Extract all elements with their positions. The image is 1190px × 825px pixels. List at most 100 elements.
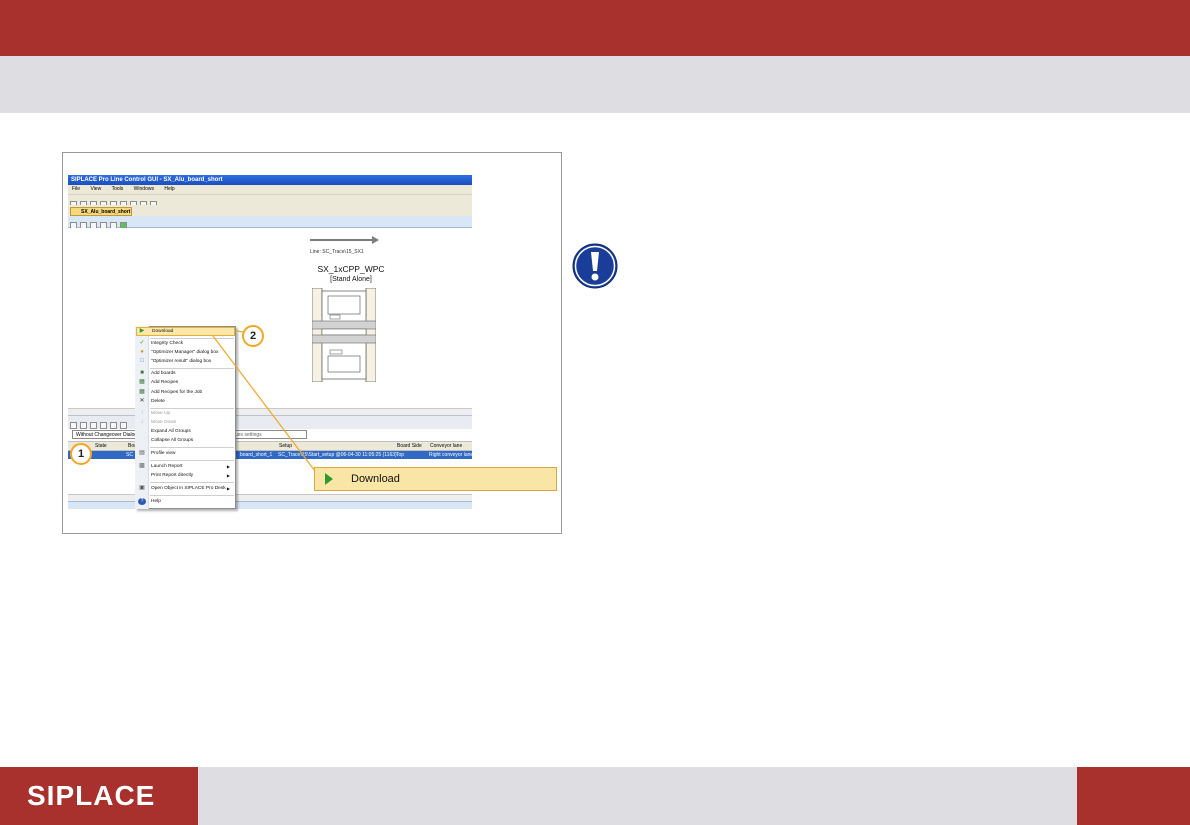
submenu-arrow-icon: ▶ — [226, 486, 230, 491]
lower-toolbar — [68, 415, 472, 429]
step-2-label: 2 — [249, 330, 257, 342]
menu-item-label: Move Up — [151, 411, 171, 416]
submenu-arrow-icon: ▶ — [226, 464, 230, 469]
col-state[interactable]: State — [95, 442, 107, 451]
siplace-logo: SIPLACE — [0, 767, 198, 825]
menu-item-label: "Optimizer Manager" dialog box — [151, 350, 219, 355]
grid-scrollbar[interactable] — [68, 494, 472, 501]
delete-icon: ✕ — [139, 398, 145, 404]
optimizer-icon: ● — [140, 349, 144, 355]
menu-item-download[interactable]: Download — [136, 327, 235, 336]
footer-accent — [1077, 767, 1190, 825]
col-setup[interactable]: Setup — [279, 442, 292, 451]
menu-separator — [150, 447, 234, 448]
menu-item-profile-view[interactable]: Profile view — [151, 450, 233, 458]
menu-file[interactable]: File — [72, 186, 80, 192]
menu-separator — [150, 460, 234, 461]
green-play-icon: ▶ — [139, 328, 145, 334]
machine-title: SX_1xCPP_WPC — [317, 264, 385, 274]
report-icon: ▩ — [139, 463, 145, 469]
row-board: board_short_1 — [240, 452, 273, 458]
menu-item-label: Expand All Groups — [151, 429, 191, 434]
col-board-side[interactable]: Board Side — [397, 442, 422, 451]
menu-item-label: Help — [151, 499, 161, 504]
flow-arrow-head — [372, 236, 379, 244]
step-1-label: 1 — [77, 448, 85, 460]
recipe-icon: ▦ — [139, 379, 145, 385]
menu-item-move-down[interactable]: Move Down — [151, 419, 233, 427]
submenu-arrow-icon: ▶ — [226, 473, 230, 478]
menu-item-collapse-all[interactable]: Collapse All Groups — [151, 437, 233, 445]
row-setup: SC_Trace\15\Start_setup @06-04-30 11:05:… — [278, 452, 397, 458]
menu-item-label: Add Recipes for the Job — [151, 390, 203, 395]
menu-item-label: Add Recipes — [151, 380, 179, 385]
toolbar-button[interactable] — [110, 422, 117, 429]
window-titlebar: SIPLACE Pro Line Control GUI - SX_Alu_bo… — [68, 175, 472, 185]
open-icon: ▣ — [139, 485, 145, 491]
view-toolbar — [68, 216, 472, 229]
menu-item-add-recipes-job[interactable]: Add Recipes for the Job — [151, 389, 233, 397]
result-icon: □ — [140, 358, 144, 364]
menu-item-label: Add boards — [151, 371, 176, 376]
menu-item-move-up[interactable]: Move Up — [151, 410, 233, 418]
changeover-mode-dropdown[interactable]: Without Changeover Dialog — [72, 430, 137, 439]
toolbar-button[interactable] — [90, 422, 97, 429]
line-label: Line: SC_Trace\15_SX1 — [310, 249, 364, 255]
toolbar-button[interactable] — [100, 422, 107, 429]
main-toolbar — [68, 194, 472, 208]
subheader-bar — [0, 56, 1190, 113]
menu-item-add-boards[interactable]: Add boards — [151, 370, 233, 378]
status-strip — [68, 501, 472, 509]
screenshot-panel: SIPLACE Pro Line Control GUI - SX_Alu_bo… — [62, 152, 562, 534]
menu-bar: File View Tools Windows Help — [68, 185, 472, 194]
col-conveyor-lane[interactable]: Conveyor lane — [430, 442, 462, 451]
menu-item-open-object[interactable]: Open Object in SIPLACE Pro Desk ▶ — [151, 485, 233, 493]
menu-view[interactable]: View — [90, 186, 101, 192]
menu-item-help[interactable]: Help — [151, 498, 233, 506]
board-icon: ■ — [140, 370, 144, 376]
table-row[interactable]: SC board_short_1 SC_Trace\15\Start_setup… — [68, 451, 474, 459]
changeover-mode-value: Without Changeover Dialog — [76, 432, 138, 438]
menu-item-optimizer-result[interactable]: "Optimizer result" dialog box — [151, 358, 233, 366]
move-down-icon: ↓ — [140, 419, 144, 425]
window-title: SIPLACE Pro Line Control GUI - SX_Alu_bo… — [71, 177, 223, 183]
header-bar — [0, 0, 1190, 56]
menu-item-label: Launch Report — [151, 464, 183, 469]
menu-separator — [150, 408, 234, 409]
menu-item-label: Download — [152, 329, 174, 334]
menu-separator — [150, 368, 234, 369]
exclamation-icon — [572, 243, 618, 289]
step-1-marker: 1 — [70, 443, 92, 465]
machine-subtitle: [Stand Alone] — [330, 276, 372, 283]
menu-item-delete[interactable]: Delete — [151, 398, 233, 406]
settings-dropdown-value: ues settings — [235, 432, 262, 438]
menu-item-integrity-check[interactable]: Integrity Check — [151, 340, 233, 348]
menu-item-print-report[interactable]: Print Report directly ▶ — [151, 472, 233, 480]
tab-label: SX_Alu_board_short — [81, 209, 131, 215]
recipe-job-icon: ▦ — [139, 389, 145, 395]
move-up-icon: ↑ — [140, 410, 144, 416]
menu-item-label: Collapse All Groups — [151, 438, 194, 443]
settings-dropdown[interactable]: ues settings — [231, 430, 307, 439]
menu-item-expand-all[interactable]: Expand All Groups — [151, 428, 233, 436]
menu-item-label: "Optimizer result" dialog box — [151, 359, 212, 364]
menu-help[interactable]: Help — [164, 186, 174, 192]
menu-item-add-recipes[interactable]: Add Recipes — [151, 379, 233, 387]
menu-tools[interactable]: Tools — [112, 186, 124, 192]
canvas-scrollbar[interactable] — [68, 408, 472, 415]
menu-separator — [150, 482, 234, 483]
menu-item-launch-report[interactable]: Launch Report ▶ — [151, 463, 233, 471]
row-conveyor-lane: Right conveyor lane — [429, 452, 474, 458]
toolbar-button[interactable] — [70, 422, 77, 429]
menu-item-label: Integrity Check — [151, 341, 183, 346]
machine-diagram[interactable] — [312, 288, 376, 382]
tab-sx-alu-board-short[interactable]: SX_Alu_board_short — [70, 207, 132, 216]
help-icon: ? — [138, 498, 146, 505]
menu-windows[interactable]: Windows — [134, 186, 154, 192]
toolbar-button[interactable] — [120, 422, 127, 429]
menu-item-label: Delete — [151, 399, 165, 404]
menu-item-optimizer-manager[interactable]: "Optimizer Manager" dialog box — [151, 349, 233, 357]
step-2-marker: 2 — [242, 325, 264, 347]
toolbar-button[interactable] — [80, 422, 87, 429]
flow-direction-arrow — [310, 239, 374, 241]
